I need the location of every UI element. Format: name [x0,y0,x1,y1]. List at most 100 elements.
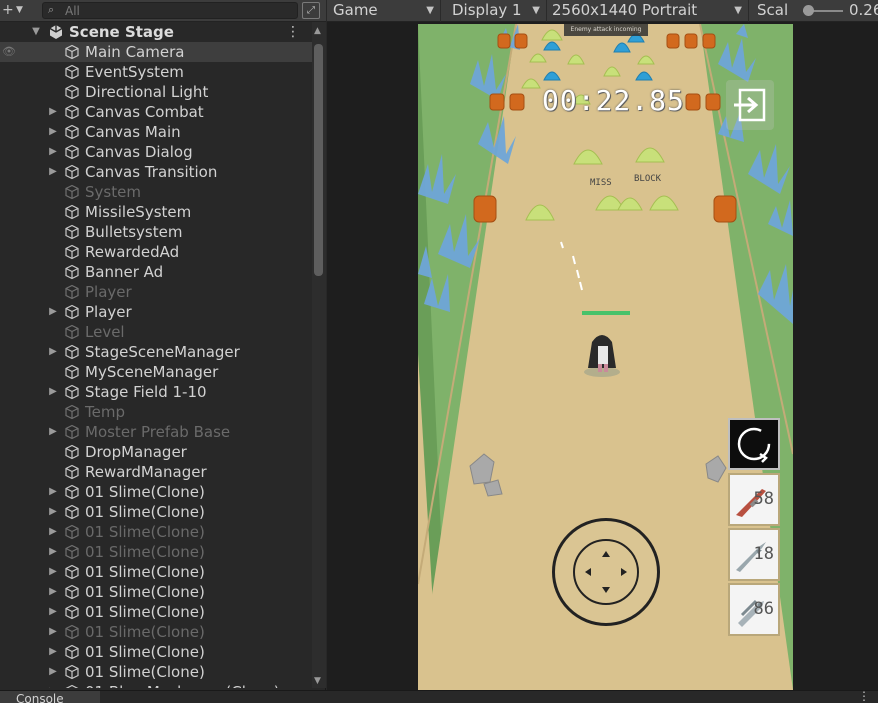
expand-arrow-icon[interactable]: ▶ [47,122,59,142]
hierarchy-scrollbar[interactable]: ▲ ▼ [312,22,326,688]
hierarchy-item[interactable]: MySceneManager [0,362,312,382]
hierarchy-item[interactable]: Directional Light [0,82,312,102]
hierarchy-item[interactable]: ▶ 01 Slime(Clone) [0,602,312,622]
expand-arrow-icon[interactable]: ▶ [47,162,59,182]
hierarchy-search-input[interactable]: ⌕ All [42,2,298,19]
hierarchy-item[interactable]: ▶ Canvas Transition [0,162,312,182]
visibility-toggle-icon[interactable]: 👁 [2,42,16,62]
expand-arrow-icon[interactable]: ▶ [47,602,59,622]
expand-arrow-icon[interactable]: ▶ [47,522,59,542]
hierarchy-item-label: MySceneManager [85,363,219,381]
hierarchy-item[interactable]: ▶ Canvas Combat [0,102,312,122]
hierarchy-item[interactable]: ▶ 01 Slime(Clone) [0,542,312,562]
resolution-label: 2560x1440 Portrait [552,1,698,19]
expand-arrow-icon[interactable]: ▶ [47,622,59,642]
expand-arrow-icon[interactable]: ▶ [47,142,59,162]
weapon-slot[interactable]: 58 [728,473,780,526]
hierarchy-item-label: 01 Slime(Clone) [85,643,205,661]
hierarchy-item[interactable]: ▶ Canvas Dialog [0,142,312,162]
more-options-icon[interactable]: ⋮ [858,689,870,703]
gameobject-cube-icon [64,164,80,180]
hierarchy-item[interactable]: Bulletsystem [0,222,312,242]
hierarchy-item[interactable]: 👁 Main Camera [0,42,312,62]
hierarchy-item[interactable]: ▶ 01 Blue Mushroom(Clone) [0,682,312,688]
expand-arrow-icon[interactable]: ▼ [30,22,42,42]
scene-name: Scene Stage [69,23,174,41]
expand-arrow-icon[interactable]: ▶ [47,682,59,688]
hierarchy-item[interactable]: RewardManager [0,462,312,482]
hierarchy-item[interactable]: ▶ 01 Slime(Clone) [0,502,312,522]
hierarchy-item[interactable]: ▶ 01 Slime(Clone) [0,562,312,582]
scene-row[interactable]: ▼ Scene Stage ⋮ [0,22,312,42]
expand-arrow-icon[interactable]: ▶ [47,662,59,682]
expand-arrow-icon[interactable]: ▶ [47,562,59,582]
gameobject-cube-icon [64,44,80,60]
scrollbar-thumb[interactable] [314,44,323,276]
hierarchy-item[interactable]: DropManager [0,442,312,462]
display-dropdown[interactable]: Display 1 ▼ [447,0,547,22]
hierarchy-item[interactable]: ▶ 01 Slime(Clone) [0,582,312,602]
hierarchy-item[interactable]: ▶ Moster Prefab Base [0,422,312,442]
stage-timer: 00:22.85 [542,84,685,117]
hierarchy-item[interactable]: System [0,182,312,202]
hierarchy-item[interactable]: Banner Ad [0,262,312,282]
exit-button[interactable] [726,80,774,130]
hierarchy-item[interactable]: MissileSystem [0,202,312,222]
gameobject-cube-icon [64,544,80,560]
create-button[interactable]: + ▼ [0,2,30,20]
hierarchy-item[interactable]: ▶ 01 Slime(Clone) [0,522,312,542]
hierarchy-item-label: 01 Slime(Clone) [85,523,205,541]
hierarchy-item-label: 01 Slime(Clone) [85,503,205,521]
hierarchy-item-label: Banner Ad [85,263,164,281]
gameobject-cube-icon [64,244,80,260]
tab-console[interactable]: Console [0,691,100,703]
expand-arrow-icon[interactable]: ▶ [47,102,59,122]
hierarchy-item[interactable]: ▶ StageSceneManager [0,342,312,362]
gameobject-cube-icon [64,524,80,540]
hierarchy-item-label: 01 Slime(Clone) [85,663,205,681]
expand-arrow-icon[interactable]: ▶ [47,422,59,442]
expand-arrow-icon[interactable]: ▶ [47,302,59,322]
weapon-ammo-count: 18 [753,544,774,564]
scroll-down-icon[interactable]: ▼ [314,676,321,686]
gameobject-cube-icon [64,404,80,420]
expand-arrow-icon[interactable]: ▶ [47,582,59,602]
scroll-up-icon[interactable]: ▲ [314,26,321,36]
game-viewport[interactable]: Enemy attack incoming 00:22.85 MISS BLOC… [418,24,793,690]
hierarchy-item[interactable]: Player [0,282,312,302]
resolution-dropdown[interactable]: 2560x1440 Portrait ▼ [547,0,749,22]
player-health-bar [582,311,630,315]
hierarchy-item[interactable]: ▶ 01 Slime(Clone) [0,622,312,642]
expand-arrow-icon[interactable]: ▶ [47,482,59,502]
hierarchy-item[interactable]: ▶ 01 Slime(Clone) [0,642,312,662]
view-mode-dropdown[interactable]: Game ▼ [327,0,441,22]
joystick-knob[interactable] [573,539,639,605]
gameobject-cube-icon [64,364,80,380]
hierarchy-item-label: Canvas Main [85,123,181,141]
weapon-slot[interactable]: 86 [728,583,780,636]
gameobject-cube-icon [64,464,80,480]
expand-arrow-icon[interactable]: ▶ [47,502,59,522]
expand-arrow-icon[interactable]: ▶ [47,542,59,562]
game-toolbar: Game ▼ Display 1 ▼ 2560x1440 Portrait ▼ … [327,0,878,22]
hierarchy-item[interactable]: ▶ 01 Slime(Clone) [0,482,312,502]
skill-button[interactable] [728,418,780,470]
hierarchy-item[interactable]: Temp [0,402,312,422]
virtual-joystick[interactable] [552,518,660,626]
hierarchy-item-label: Moster Prefab Base [85,423,231,441]
hierarchy-item[interactable]: ▶ Player [0,302,312,322]
scale-slider-thumb[interactable] [803,5,814,16]
hierarchy-item[interactable]: ▶ Stage Field 1-10 [0,382,312,402]
more-options-icon[interactable]: ⋮ [286,22,300,42]
expand-arrow-icon[interactable]: ▶ [47,342,59,362]
hierarchy-item[interactable]: RewardedAd [0,242,312,262]
hierarchy-item[interactable]: EventSystem [0,62,312,82]
maximize-icon[interactable]: ⤢ [302,2,320,19]
weapon-slot[interactable]: 18 [728,528,780,581]
expand-arrow-icon[interactable]: ▶ [47,382,59,402]
weapon-ammo-count: 58 [753,489,774,509]
hierarchy-item[interactable]: Level [0,322,312,342]
hierarchy-item[interactable]: ▶ Canvas Main [0,122,312,142]
hierarchy-item[interactable]: ▶ 01 Slime(Clone) [0,662,312,682]
expand-arrow-icon[interactable]: ▶ [47,642,59,662]
